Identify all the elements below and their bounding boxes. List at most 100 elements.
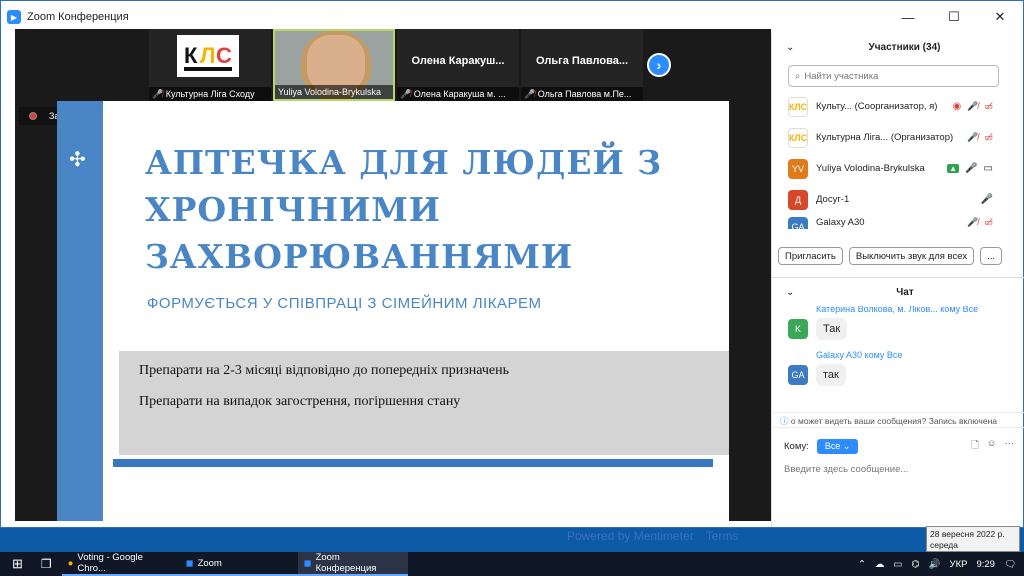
meeting-area: К Л С 🎤̸ Культурна Ліга Сходу Yuliya Vol…: [15, 29, 771, 521]
slide-line-2: Препарати на випадок загострення, погірш…: [139, 394, 461, 409]
shared-slide: ✣ АПТЕЧКА ДЛЯ ЛЮДЕЙ З ХРОНІЧНИМИ ЗАХВОРЮ…: [57, 101, 729, 521]
participant-thumb-speaking[interactable]: Yuliya Volodina-Brykulska: [273, 29, 395, 101]
list-item[interactable]: КЛС Культурна Ліга... (Организатор) 🎤̸ ▭̸: [772, 122, 1023, 153]
close-button[interactable]: ✕: [977, 1, 1023, 33]
clock[interactable]: 9:29: [976, 559, 995, 570]
cloud-icon[interactable]: ☁: [875, 559, 885, 570]
mic-muted-icon: 🎤̸: [967, 217, 979, 227]
list-item[interactable]: YV Yuliya Volodina-Brykulska ▲ 🎤 ▭: [772, 153, 1023, 184]
window-title: Zoom Конференция: [27, 11, 129, 23]
zoom-icon: ◼: [303, 557, 312, 569]
svg-text:Л: Л: [200, 43, 215, 68]
chevron-up-icon[interactable]: ⌃: [858, 559, 866, 570]
mic-muted-icon: 🎤̸: [967, 132, 979, 142]
message-meta: Катерина Волкова, м. Ліков... кому Все: [816, 306, 979, 314]
camera-off-icon: ▭̸: [984, 132, 993, 142]
invite-button[interactable]: Пригласить: [778, 247, 843, 265]
powered-by-link[interactable]: Powered by Mentimeter: [567, 529, 694, 543]
kls-logo-avatar: КЛС: [788, 96, 808, 117]
task-view-icon[interactable]: ❐: [35, 552, 58, 576]
more-icon[interactable]: ···: [1005, 438, 1015, 454]
participant-list: КЛС Культу... (Соорганизатор, я) ◉ 🎤̸ ▭̸ К…: [772, 91, 1023, 229]
share-icon: ▲: [947, 164, 960, 173]
more-options-button[interactable]: ...: [980, 247, 1002, 265]
mic-muted-icon: 🎤̸: [967, 101, 979, 111]
chat-panel: ⌄ Чат Катерина Волкова, м. Ліков... кому…: [772, 277, 1024, 527]
slide-sidebar: ✣: [57, 101, 103, 521]
mic-icon: 🎤: [980, 194, 993, 205]
participant-big-name: Олена Каракуш...: [411, 55, 505, 67]
volume-icon[interactable]: 🔊: [929, 559, 941, 570]
participant-thumb[interactable]: Ольга Павлова... 🎤̸ Ольга Павлова м.Пе..…: [521, 29, 643, 101]
chat-header[interactable]: ⌄ Чат: [772, 278, 1024, 306]
list-item[interactable]: GA Galaxy A30 🎤̸ ▭̸: [772, 215, 1023, 229]
mentimeter-footer: Powered by Mentimeter Terms: [567, 529, 738, 543]
record-icon: [29, 112, 37, 120]
file-icon[interactable]: 🗋: [971, 438, 979, 454]
notifications-icon[interactable]: 🗨: [1004, 559, 1016, 570]
mic-icon: 🎤: [965, 163, 978, 174]
participants-header[interactable]: ⌄ Участники (34): [772, 33, 1023, 61]
emoji-icon[interactable]: ☺: [987, 438, 997, 454]
taskbar: ⊞ ❐ ● Voting - Google Chro... ◼ Zoom ◼ Z…: [0, 552, 1024, 576]
avatar: K: [788, 319, 808, 339]
camera-icon: ▭: [983, 163, 993, 174]
maximize-button[interactable]: ☐: [931, 1, 977, 33]
slide-line-1: Препарати на 2-3 місяці відповідно до по…: [139, 363, 510, 378]
participant-search-input[interactable]: ⌕ Найти участника: [788, 65, 999, 87]
chevron-down-icon[interactable]: ⌄: [786, 287, 794, 298]
terms-link[interactable]: Terms: [706, 529, 739, 543]
kls-logo-avatar: КЛС: [788, 127, 808, 148]
info-icon: ⓘ: [780, 416, 789, 426]
mute-all-button[interactable]: Выключить звук для всех: [848, 247, 975, 265]
chat-privacy-notice[interactable]: ⓘ о может видеть ваши сообщения? Запись …: [772, 412, 1024, 428]
list-item[interactable]: Д Досуг-1 🎤: [772, 184, 1023, 215]
date-tooltip: 28 вересня 2022 р. середа: [926, 526, 1020, 552]
recipient-select[interactable]: Все ⌄: [816, 438, 859, 454]
camera-off-icon: ▭̸: [984, 217, 993, 227]
chat-message: K Так: [772, 318, 1024, 340]
participant-thumb[interactable]: К Л С 🎤̸ Культурна Ліга Сходу: [149, 29, 271, 101]
chevron-down-icon[interactable]: ⌄: [786, 42, 794, 53]
taskbar-zoom[interactable]: ◼ Zoom: [179, 552, 298, 576]
taskbar-chrome[interactable]: ● Voting - Google Chro...: [61, 552, 180, 576]
message-text: так: [816, 364, 846, 386]
slide-divider: [113, 459, 713, 467]
participant-name: Олена Каракуша м. ...: [413, 89, 506, 99]
list-item[interactable]: КЛС Культу... (Соорганизатор, я) ◉ 🎤̸ ▭̸: [772, 91, 1023, 122]
avatar: GA: [788, 365, 808, 385]
battery-icon[interactable]: ▭: [893, 559, 902, 570]
network-icon[interactable]: ⌬: [911, 559, 919, 570]
start-button[interactable]: ⊞: [0, 552, 35, 576]
slide-subtitle: ФОРМУЄТЬСЯ У СПІВПРАЦІ З СІМЕЙНИМ ЛІКАРЕ…: [147, 295, 542, 312]
participant-thumb[interactable]: Олена Каракуш... 🎤̸ Олена Каракуша м. ..…: [397, 29, 519, 101]
mic-muted-icon: 🎤̸: [152, 89, 164, 99]
chrome-icon: ●: [67, 557, 74, 569]
zoom-window: ▶ Zoom Конференция — ☐ ✕ К Л С 🎤̸ Культу…: [0, 0, 1024, 543]
participant-name: Yuliya Volodina-Brykulska: [278, 87, 382, 97]
participant-name: Ольга Павлова м.Пе...: [537, 89, 632, 99]
avatar: GA: [788, 217, 808, 229]
language-indicator[interactable]: УКР: [950, 559, 968, 570]
system-tray: ⌃ ☁ ▭ ⌬ 🔊 УКР 9:29 🗨: [858, 552, 1024, 576]
minimize-button[interactable]: —: [885, 1, 931, 33]
mic-muted-icon: 🎤̸: [400, 89, 412, 99]
message-text: Так: [816, 318, 848, 340]
zoom-icon: ◼: [185, 557, 194, 569]
record-icon: ◉: [952, 101, 962, 112]
participant-name: Культурна Ліга Сходу: [165, 89, 255, 99]
chat-input[interactable]: Введите здесь сообщение...: [784, 464, 908, 475]
svg-text:С: С: [216, 43, 232, 68]
taskbar-zoom-meeting[interactable]: ◼ Zoom Конференция: [297, 552, 408, 576]
mic-muted-icon: 🎤̸: [524, 89, 536, 99]
svg-text:К: К: [184, 43, 198, 68]
avatar: Д: [788, 189, 808, 210]
slide-title: АПТЕЧКА ДЛЯ ЛЮДЕЙ З ХРОНІЧНИМИ ЗАХВОРЮВА…: [145, 143, 662, 276]
next-page-arrow-icon[interactable]: ›: [647, 53, 671, 77]
side-panel: ⌄ Участники (34) ⌕ Найти участника КЛС К…: [771, 33, 1024, 527]
search-icon: ⌕: [795, 70, 801, 82]
recipient-bar: Кому: Все ⌄ 🗋 ☺ ···: [784, 438, 1014, 454]
slide-logo-icon: ✣: [69, 149, 86, 171]
participant-big-name: Ольга Павлова...: [535, 55, 629, 67]
zoom-app-icon: ▶: [7, 10, 21, 24]
